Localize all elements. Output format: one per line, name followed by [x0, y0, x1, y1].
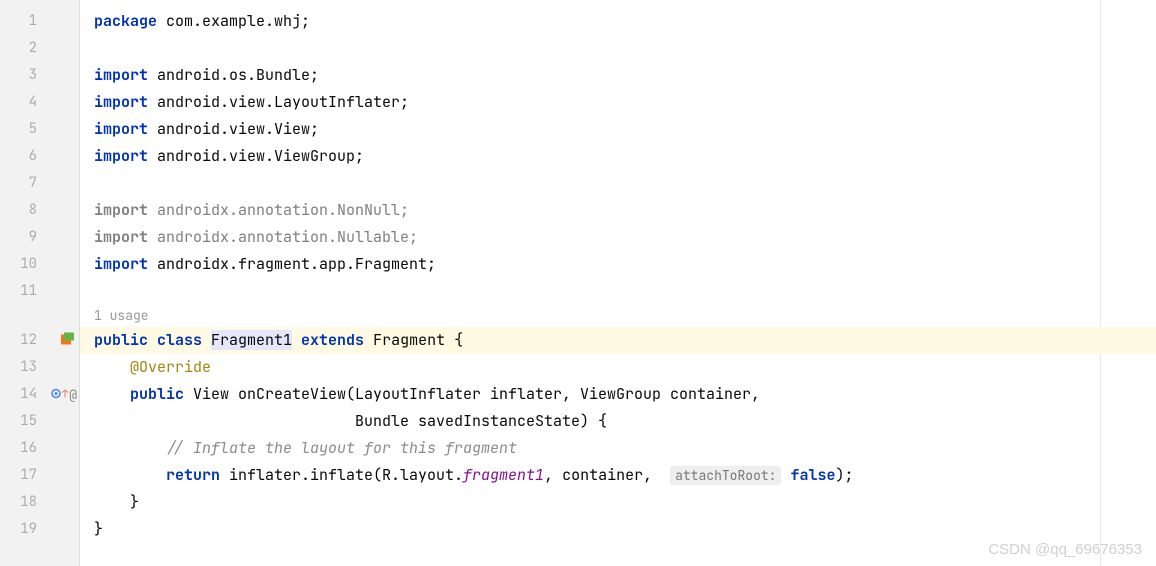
line-number[interactable]: 5: [0, 116, 79, 143]
keyword-import: import: [94, 119, 148, 139]
line-number[interactable]: 9: [0, 224, 79, 251]
line-number[interactable]: 18: [0, 489, 79, 516]
keyword-import-unused: import: [94, 227, 157, 247]
class-name: Fragment1: [211, 330, 292, 350]
code-line[interactable]: import androidx.annotation.NonNull;: [80, 197, 1156, 224]
code-line-empty[interactable]: [80, 170, 1156, 197]
code-text: );: [836, 465, 854, 485]
code-line-current[interactable]: public class Fragment1 extends Fragment …: [80, 327, 1156, 354]
keyword-import-unused: import: [94, 200, 157, 220]
line-number[interactable]: 6: [0, 143, 79, 170]
line-number[interactable]: 13: [0, 354, 79, 381]
keyword-import: import: [94, 65, 148, 85]
code-text: android.view.LayoutInflater;: [148, 92, 409, 112]
line-number[interactable]: 19: [0, 516, 79, 543]
comment: // Inflate the layout for this fragment: [166, 438, 517, 458]
line-number[interactable]: 16: [0, 435, 79, 462]
line-number[interactable]: 14 ↑ @: [0, 381, 79, 408]
code-line[interactable]: @Override: [80, 354, 1156, 381]
code-line[interactable]: }: [80, 489, 1156, 516]
code-line[interactable]: Bundle savedInstanceState) {: [80, 408, 1156, 435]
code-line[interactable]: import androidx.annotation.Nullable;: [80, 224, 1156, 251]
code-line[interactable]: public View onCreateView(LayoutInflater …: [80, 381, 1156, 408]
keyword-false: false: [791, 465, 836, 485]
line-number[interactable]: 17: [0, 462, 79, 489]
code-text-unused: androidx.annotation.Nullable;: [157, 227, 418, 247]
usage-hint[interactable]: 1 usage: [80, 305, 1156, 327]
code-text: android.view.ViewGroup;: [148, 146, 364, 166]
line-number-blank: [0, 305, 79, 327]
line-number[interactable]: 1: [0, 8, 79, 35]
keyword-public: public: [130, 384, 193, 404]
resource-ref: fragment1: [463, 465, 544, 485]
line-number[interactable]: 3: [0, 62, 79, 89]
code-text: View onCreateView(LayoutInflater inflate…: [193, 384, 760, 404]
code-line[interactable]: return inflater.inflate(R.layout.fragmen…: [80, 462, 1156, 489]
code-line[interactable]: // Inflate the layout for this fragment: [80, 435, 1156, 462]
code-text: android.os.Bundle;: [148, 65, 319, 85]
line-number[interactable]: 15: [0, 408, 79, 435]
keyword-public: public: [94, 330, 157, 350]
code-editor: 1 2 3 4 5 6 7 8 9 10 11 12 13 14 ↑ @: [0, 0, 1156, 566]
keyword-package: package: [94, 11, 157, 31]
code-line[interactable]: }: [80, 516, 1156, 543]
line-number[interactable]: 8: [0, 197, 79, 224]
keyword-import: import: [94, 146, 148, 166]
line-numbers: 1 2 3 4 5 6 7 8 9 10 11 12 13 14 ↑ @: [0, 0, 79, 543]
override-icon[interactable]: [51, 381, 61, 408]
line-number[interactable]: 12: [0, 327, 79, 354]
line-number[interactable]: 2: [0, 35, 79, 62]
code-text: androidx.fragment.app.Fragment;: [148, 254, 436, 274]
line-number[interactable]: 11: [0, 278, 79, 305]
code-text: Bundle savedInstanceState) {: [355, 411, 607, 431]
code-line[interactable]: package com.example.whj;: [80, 8, 1156, 35]
code-text: inflater.inflate(R.layout.: [229, 465, 463, 485]
keyword-import: import: [94, 92, 148, 112]
line-number[interactable]: 4: [0, 89, 79, 116]
brace: }: [130, 492, 139, 512]
code-text: , container,: [544, 465, 670, 485]
brace: }: [94, 519, 103, 539]
keyword-return: return: [166, 465, 229, 485]
keyword-import: import: [94, 254, 148, 274]
code-text: Fragment {: [373, 330, 463, 350]
gutter: 1 2 3 4 5 6 7 8 9 10 11 12 13 14 ↑ @: [0, 0, 80, 566]
line-number[interactable]: 10: [0, 251, 79, 278]
code-area[interactable]: package com.example.whj; import android.…: [80, 0, 1156, 566]
code-text: com.example.whj;: [157, 11, 310, 31]
at-icon[interactable]: @: [69, 381, 77, 408]
class-icon[interactable]: [61, 327, 77, 354]
code-line-empty[interactable]: [80, 278, 1156, 305]
annotation-override: @Override: [130, 357, 211, 377]
code-text-unused: androidx.annotation.NonNull;: [157, 200, 409, 220]
line-number[interactable]: 7: [0, 170, 79, 197]
keyword-extends: extends: [292, 330, 373, 350]
keyword-class: class: [157, 330, 211, 350]
up-arrow-icon[interactable]: ↑: [62, 381, 69, 408]
code-text: android.view.View;: [148, 119, 319, 139]
code-line[interactable]: import androidx.fragment.app.Fragment;: [80, 251, 1156, 278]
code-line[interactable]: import android.view.View;: [80, 116, 1156, 143]
code-line[interactable]: import android.view.LayoutInflater;: [80, 89, 1156, 116]
code-line-empty[interactable]: [80, 35, 1156, 62]
code-line[interactable]: import android.os.Bundle;: [80, 62, 1156, 89]
code-line[interactable]: import android.view.ViewGroup;: [80, 143, 1156, 170]
parameter-hint: attachToRoot:: [670, 466, 781, 485]
